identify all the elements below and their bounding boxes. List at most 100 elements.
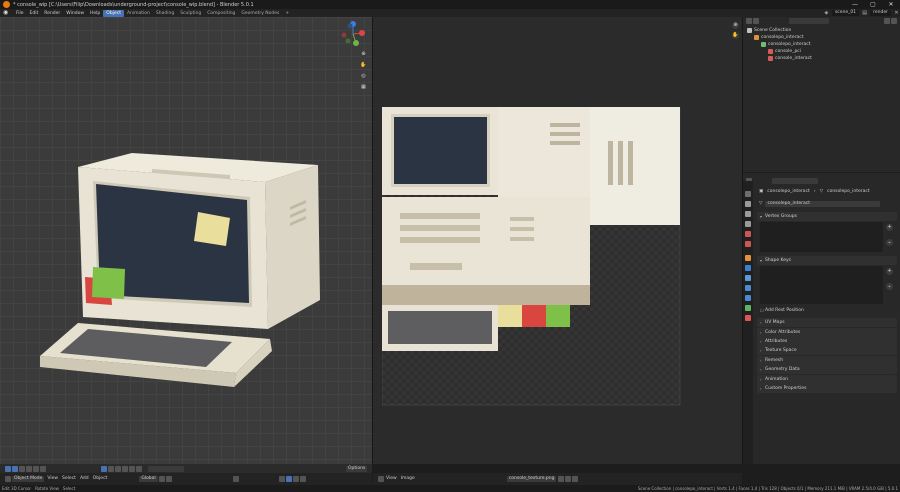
select-mode-icon-3[interactable]: [32, 466, 39, 472]
blender-menu-icon[interactable]: ◉: [3, 10, 11, 16]
menu-edit[interactable]: Edit: [27, 11, 42, 16]
view-layer-tab-icon[interactable]: [745, 221, 751, 227]
shading-icon[interactable]: [135, 466, 142, 472]
image-name-field[interactable]: console_texture.png: [506, 476, 557, 482]
view-layer-selector[interactable]: render: [870, 10, 891, 16]
new-collection-icon[interactable]: [890, 18, 897, 24]
tab-sculpting[interactable]: Sculpting: [177, 10, 204, 17]
tab-object[interactable]: Object: [103, 9, 124, 17]
tab-geometry-nodes[interactable]: Geometry Nodes: [238, 10, 282, 17]
image-pan-icon[interactable]: ✋: [732, 32, 739, 39]
outliner-row[interactable]: console_interact: [743, 55, 900, 62]
vertex-groups-list[interactable]: [760, 222, 883, 252]
panel-geometry-data[interactable]: › Geometry Data: [757, 365, 897, 374]
close-view-layer-icon[interactable]: ✕: [893, 10, 900, 16]
output-tab-icon[interactable]: [745, 211, 751, 217]
panel-attributes[interactable]: › Attributes: [757, 337, 897, 346]
zoom-icon[interactable]: ⊕: [360, 51, 367, 58]
camera-view-icon[interactable]: ◎: [360, 73, 367, 80]
add-rest-position-checkbox[interactable]: ☐ Add Rest Position: [757, 306, 897, 315]
world-tab-icon[interactable]: [745, 241, 751, 247]
mesh-datablock-name[interactable]: consolepo_interact: [765, 201, 881, 207]
scene-tab-icon[interactable]: [745, 231, 751, 237]
options-dropdown[interactable]: Options: [346, 466, 368, 472]
viewport-shading-solid[interactable]: [286, 476, 293, 482]
breadcrumb-object[interactable]: consolepo_interact: [765, 189, 812, 195]
navigation-gizmo[interactable]: [340, 21, 366, 47]
select-mode-icon[interactable]: [18, 466, 25, 472]
constraints-tab-icon[interactable]: [745, 295, 751, 301]
material-tab-icon[interactable]: [745, 315, 751, 321]
tab-compositing[interactable]: Compositing: [204, 10, 238, 17]
pan-hand-icon[interactable]: ✋: [360, 62, 367, 69]
editor-type-icon-3d[interactable]: [4, 476, 11, 482]
maximize-button[interactable]: ▢: [864, 0, 882, 9]
viewport-menu-view[interactable]: View: [45, 476, 60, 482]
3d-viewport[interactable]: ⊕ ✋ ◎ ▦: [0, 17, 372, 464]
add-vertex-group-icon[interactable]: +: [886, 224, 893, 231]
image-close-icon[interactable]: [571, 476, 578, 482]
viewport-menu-add[interactable]: Add: [78, 476, 91, 482]
gizmo-icon[interactable]: [121, 466, 128, 472]
viewport-shading-material[interactable]: [293, 476, 300, 482]
pivot-icon[interactable]: [159, 476, 166, 482]
transform-orientation-dropdown[interactable]: Global: [139, 476, 158, 482]
uv-texture-canvas[interactable]: [382, 107, 682, 407]
xray-icon[interactable]: [128, 466, 135, 472]
particles-tab-icon[interactable]: [745, 275, 751, 281]
panel-color-attributes[interactable]: › Color Attributes: [757, 328, 897, 337]
image-menu-image[interactable]: Image: [399, 476, 417, 482]
shape-key-menu-icon[interactable]: ⌄: [886, 283, 893, 290]
display-mode-icon[interactable]: [752, 18, 759, 24]
play-icon[interactable]: [4, 466, 11, 472]
select-mode-icon-4[interactable]: [39, 466, 46, 472]
viewport-shading-rendered[interactable]: [300, 476, 307, 482]
viewport-search[interactable]: [148, 466, 184, 472]
overlay-icon[interactable]: [114, 466, 121, 472]
panel-texture-space[interactable]: › Texture Space: [757, 346, 897, 355]
image-new-icon[interactable]: [557, 476, 564, 482]
add-shape-key-icon[interactable]: +: [886, 268, 893, 275]
outliner-row[interactable]: console_pci: [743, 48, 900, 55]
shape-keys-list[interactable]: [760, 266, 883, 304]
editor-type-icon-image[interactable]: [377, 476, 384, 482]
panel-vertex-groups[interactable]: ▾ Vertex Groups: [757, 212, 897, 221]
panel-shape-keys[interactable]: ▾ Shape Keys: [757, 256, 897, 265]
tool-tab-icon[interactable]: [745, 191, 751, 197]
filter-icon[interactable]: [883, 18, 890, 24]
render-tab-icon[interactable]: [745, 201, 751, 207]
tab-animation[interactable]: Animation: [124, 10, 153, 17]
proportional-icon[interactable]: [232, 476, 239, 482]
snapping-icon[interactable]: [166, 476, 173, 482]
add-workspace-button[interactable]: +: [282, 10, 292, 17]
modifier-tab-icon[interactable]: [745, 265, 751, 271]
perspective-toggle-icon[interactable]: ▦: [360, 84, 367, 91]
outliner[interactable]: Scene Collection consolepo_interact consol…: [743, 17, 900, 172]
menu-render[interactable]: Render: [41, 11, 63, 16]
viewport-menu-object[interactable]: Object: [91, 476, 110, 482]
proportional-edit-icon[interactable]: [107, 466, 114, 472]
image-menu-view[interactable]: View: [384, 476, 399, 482]
snap-icon[interactable]: [100, 466, 107, 472]
menu-file[interactable]: File: [13, 11, 27, 16]
image-editor[interactable]: ⊕ ✋: [373, 17, 742, 464]
select-mode-icon-2[interactable]: [25, 466, 32, 472]
minimize-button[interactable]: —: [846, 0, 864, 9]
outliner-row[interactable]: consolepo_interact: [743, 34, 900, 41]
scene-selector[interactable]: scene_01: [831, 10, 860, 16]
data-tab-icon[interactable]: [745, 305, 751, 311]
panel-animation[interactable]: › Animation: [757, 375, 897, 384]
vertex-group-menu-icon[interactable]: ⌄: [886, 239, 893, 246]
image-open-icon[interactable]: [564, 476, 571, 482]
panel-custom-properties[interactable]: › Custom Properties: [757, 384, 897, 393]
object-tab-icon[interactable]: [745, 255, 751, 261]
image-zoom-icon[interactable]: ⊕: [732, 22, 739, 29]
properties-search[interactable]: [772, 178, 818, 184]
outliner-search[interactable]: [789, 18, 829, 24]
panel-uv-maps[interactable]: › UV Maps: [757, 318, 897, 327]
select-box-icon[interactable]: [11, 466, 18, 472]
panel-remesh[interactable]: › Remesh: [757, 356, 897, 365]
viewport-menu-select[interactable]: Select: [60, 476, 78, 482]
object-mode-dropdown[interactable]: Object Mode: [12, 476, 45, 482]
tab-shading[interactable]: Shading: [153, 10, 177, 17]
